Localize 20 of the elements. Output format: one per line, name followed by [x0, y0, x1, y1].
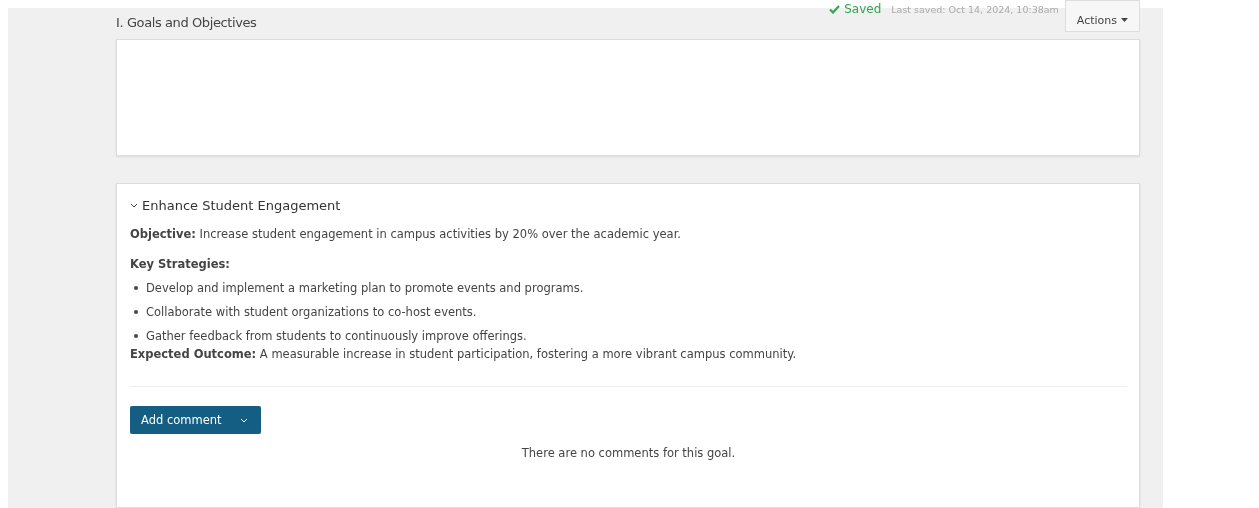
- check-icon: [829, 4, 841, 14]
- section-title: I. Goals and Objectives: [116, 15, 258, 30]
- strategies-heading: Key Strategies:: [130, 256, 231, 272]
- goal-toggle[interactable]: Enhance Student Engagement: [130, 198, 341, 213]
- actions-button[interactable]: Actions: [1064, 0, 1140, 32]
- add-comment-main[interactable]: Add comment: [130, 406, 226, 434]
- bullet-icon: [134, 310, 138, 314]
- chevron-icon: [130, 203, 138, 208]
- bullet-icon: [134, 286, 138, 290]
- chevron-icon: [239, 417, 248, 423]
- strategy-text: Collaborate with student organizations to co-host events.: [146, 304, 477, 320]
- objective-text: Objective: Increase student engagement in campus activities by 20% over the academic year.: [130, 226, 682, 242]
- last-saved-time: Last saved: Oct 14, 2024, 10:38am: [891, 4, 1059, 15]
- empty-comments-message: There are no comments for this goal.: [520, 446, 737, 460]
- strategy-text: Gather feedback from students to continuously improve offerings.: [146, 328, 527, 344]
- strategy-text: Develop and implement a marketing plan to promote events and programs.: [146, 280, 584, 296]
- saved-status: Saved: [829, 2, 882, 16]
- outcome-text: Expected Outcome: A measurable increase in student participation, fostering a more vibrant campus community.: [130, 346, 798, 362]
- bullet-icon: [134, 334, 138, 338]
- caret-icon: [1121, 18, 1128, 22]
